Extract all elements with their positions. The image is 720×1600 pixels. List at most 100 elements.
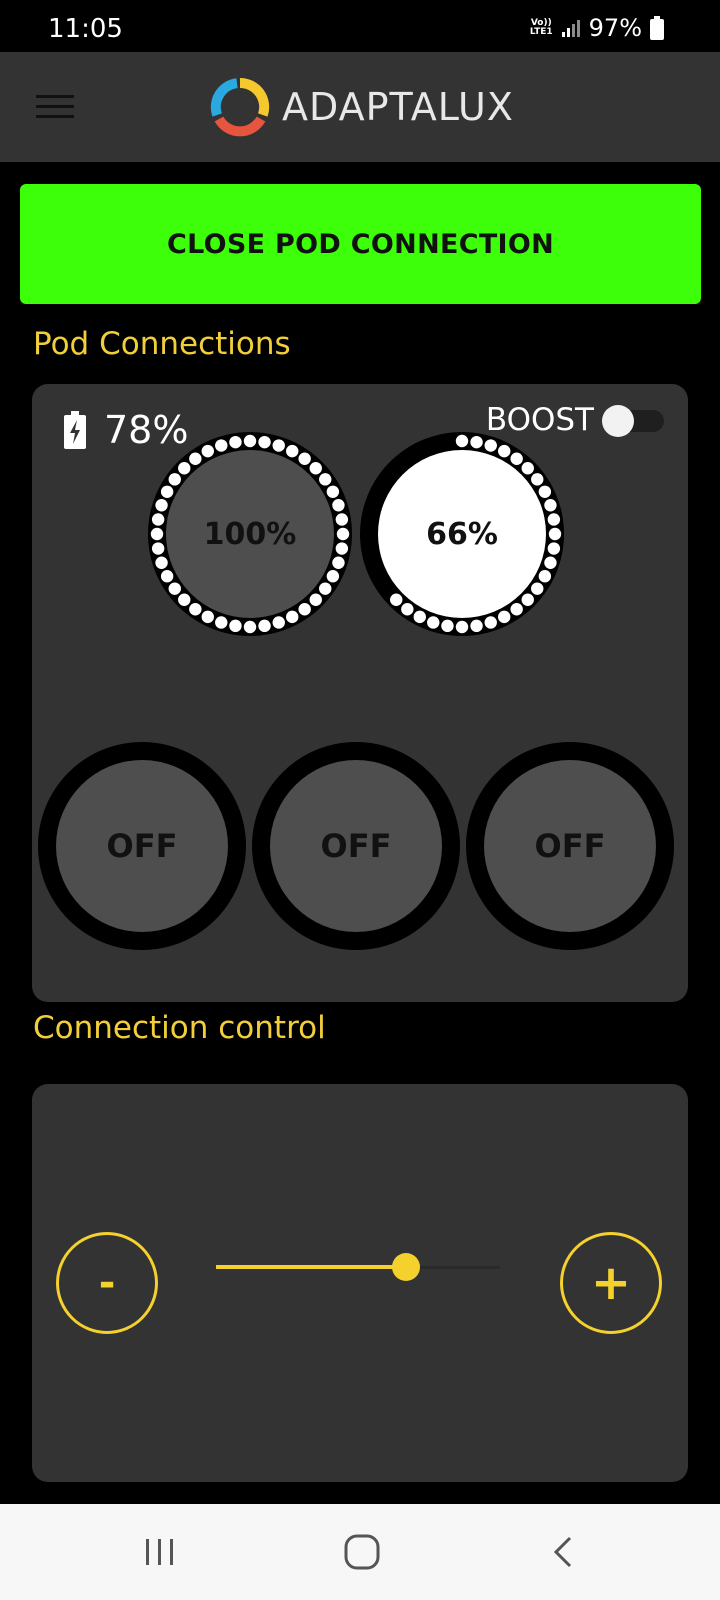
level-dot bbox=[498, 610, 511, 624]
battery-percent: 97% bbox=[588, 14, 642, 42]
level-dot bbox=[531, 582, 544, 595]
app-logo: ADAPTALUX bbox=[210, 74, 514, 140]
level-dot bbox=[521, 462, 534, 475]
level-dot bbox=[538, 485, 552, 498]
level-dot bbox=[335, 542, 349, 555]
pod-connections-card: 78% BOOST 100% 66% OFF OFF OFF bbox=[32, 384, 688, 1002]
system-nav-bar bbox=[0, 1504, 720, 1600]
connection-slider[interactable] bbox=[216, 1252, 500, 1282]
level-dot bbox=[201, 610, 214, 624]
level-dot bbox=[510, 603, 523, 616]
off-dial-3-label: OFF bbox=[534, 827, 606, 865]
connection-control-card: - + bbox=[32, 1084, 688, 1482]
level-dot bbox=[427, 616, 440, 629]
level-dot bbox=[298, 452, 311, 465]
level-dot bbox=[538, 570, 552, 583]
battery-icon bbox=[650, 16, 664, 40]
level-dot bbox=[215, 439, 228, 452]
level-dot bbox=[336, 527, 350, 541]
light-dial-1[interactable]: 100% bbox=[148, 432, 352, 636]
level-dot bbox=[441, 619, 454, 633]
level-dot bbox=[470, 619, 483, 633]
off-dial-3[interactable]: OFF bbox=[466, 742, 674, 950]
level-dot bbox=[151, 513, 165, 526]
level-dot bbox=[286, 610, 299, 624]
slider-fill bbox=[216, 1265, 407, 1269]
level-dot bbox=[521, 593, 534, 606]
boost-toggle-thumb bbox=[602, 405, 634, 437]
level-dot bbox=[510, 452, 523, 465]
level-dot bbox=[319, 473, 332, 486]
dial-2-value: 66% bbox=[426, 516, 498, 552]
close-pod-connection-button[interactable]: CLOSE POD CONNECTION bbox=[20, 184, 701, 304]
level-dot bbox=[215, 616, 228, 629]
off-dial-1-label: OFF bbox=[106, 827, 178, 865]
level-dot bbox=[243, 620, 257, 634]
level-dot bbox=[178, 593, 191, 606]
increase-button[interactable]: + bbox=[560, 1232, 662, 1334]
level-dot bbox=[160, 485, 174, 498]
level-dot bbox=[484, 439, 497, 452]
level-dot bbox=[168, 473, 181, 486]
level-dot bbox=[155, 556, 168, 569]
light-dial-2[interactable]: 66% bbox=[360, 432, 564, 636]
off-dial-1[interactable]: OFF bbox=[38, 742, 246, 950]
level-dot bbox=[413, 610, 426, 624]
plus-label: + bbox=[590, 1255, 632, 1311]
level-dot bbox=[160, 570, 174, 583]
level-dot bbox=[272, 439, 285, 452]
logo-text: ADAPTALUX bbox=[282, 85, 514, 129]
boost-toggle[interactable] bbox=[602, 405, 664, 437]
level-dot bbox=[201, 444, 214, 458]
level-dot bbox=[155, 499, 168, 512]
level-dot bbox=[390, 593, 403, 606]
decrease-button[interactable]: - bbox=[56, 1232, 158, 1334]
level-dot bbox=[544, 499, 557, 512]
status-bar: 11:05 Vo)) LTE1 97% bbox=[0, 0, 720, 52]
level-dot bbox=[455, 620, 469, 634]
recent-apps-icon[interactable] bbox=[138, 1530, 182, 1574]
dial-1-value: 100% bbox=[203, 516, 297, 552]
level-dot bbox=[272, 616, 285, 629]
level-dot bbox=[548, 527, 562, 541]
level-dot bbox=[229, 435, 242, 449]
hamburger-menu-icon[interactable] bbox=[34, 90, 76, 124]
volte-lte-indicator: Vo)) LTE1 bbox=[530, 19, 553, 37]
off-dial-2-label: OFF bbox=[320, 827, 392, 865]
level-dot bbox=[484, 616, 497, 629]
pod-connections-title: Pod Connections bbox=[33, 326, 291, 362]
level-dot bbox=[498, 444, 511, 458]
level-dot bbox=[298, 603, 311, 616]
battery-charging-icon bbox=[64, 411, 86, 449]
level-dot bbox=[150, 527, 164, 541]
level-dot bbox=[326, 485, 340, 498]
level-dot bbox=[258, 619, 271, 633]
level-dot bbox=[332, 499, 345, 512]
level-dot bbox=[455, 434, 469, 448]
off-dial-2[interactable]: OFF bbox=[252, 742, 460, 950]
level-dot bbox=[189, 603, 202, 616]
level-dot bbox=[151, 542, 165, 555]
level-dot bbox=[229, 619, 242, 633]
level-dot bbox=[332, 556, 345, 569]
app-bar: ADAPTALUX bbox=[0, 52, 720, 162]
slider-thumb[interactable] bbox=[392, 1253, 421, 1281]
status-icons: Vo)) LTE1 97% bbox=[530, 14, 664, 42]
level-dot bbox=[401, 603, 414, 616]
signal-icon bbox=[561, 20, 580, 37]
connection-control-title: Connection control bbox=[33, 1010, 326, 1046]
level-dot bbox=[470, 435, 483, 449]
level-dot bbox=[309, 462, 322, 475]
home-icon[interactable] bbox=[340, 1530, 384, 1574]
lte-label: LTE1 bbox=[529, 27, 553, 37]
level-dot bbox=[544, 556, 557, 569]
status-time: 11:05 bbox=[48, 14, 123, 44]
level-dot bbox=[243, 434, 257, 448]
adaptalux-logo-icon bbox=[210, 77, 270, 137]
level-dot bbox=[178, 462, 191, 475]
level-dot bbox=[547, 542, 561, 555]
minus-label: - bbox=[98, 1260, 116, 1306]
level-dot bbox=[258, 435, 271, 449]
level-dot bbox=[319, 582, 332, 595]
back-icon[interactable] bbox=[542, 1530, 586, 1574]
